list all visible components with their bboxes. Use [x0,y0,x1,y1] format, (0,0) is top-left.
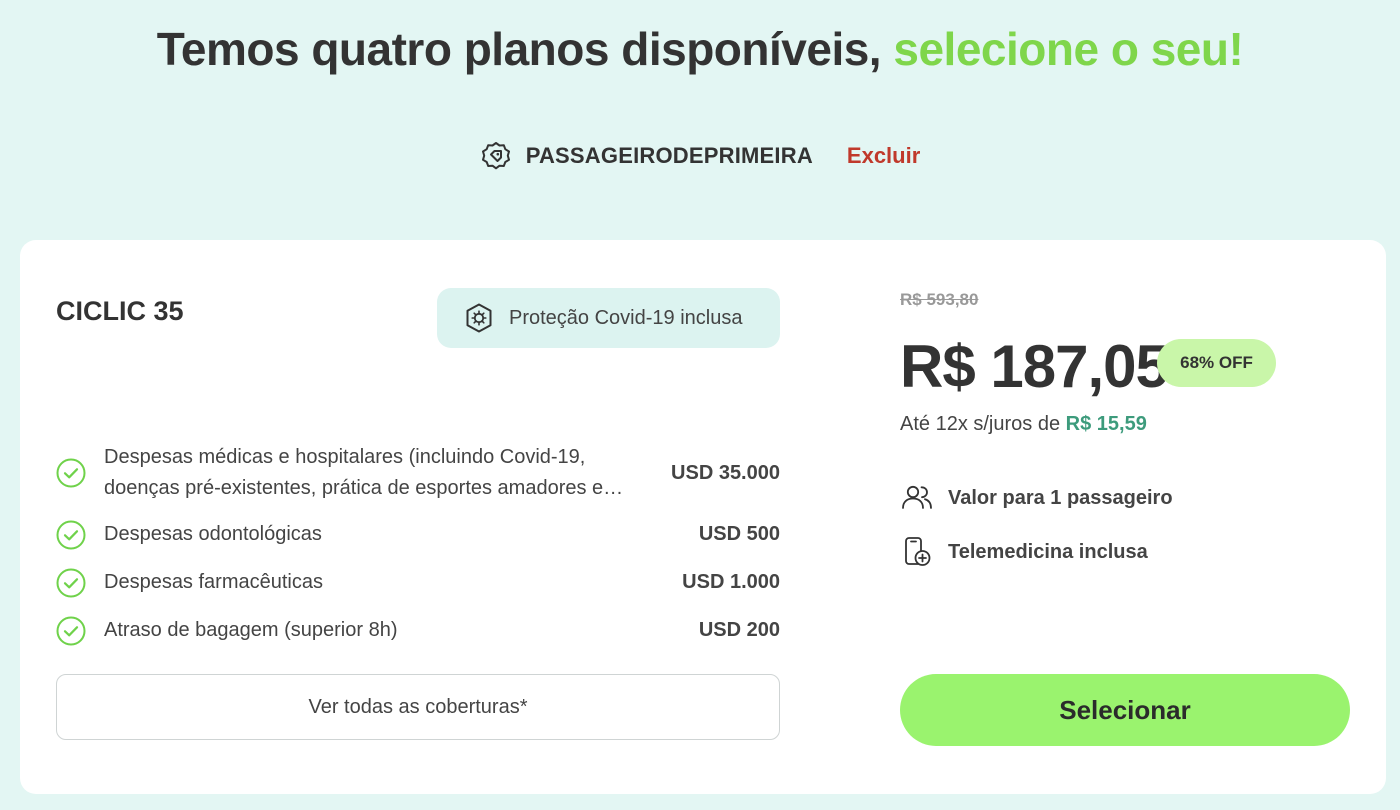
plan-name: CICLIC 35 [56,296,184,326]
coverage-description: Despesas médicas e hospitalares (incluin… [104,446,624,499]
check-circle-icon [56,458,86,488]
coverage-description: Despesas odontológicas [104,523,322,545]
coverage-item: Despesas farmacêuticas USD 1.000 [56,567,780,598]
tag-icon [481,142,510,170]
covid-badge-label: Proteção Covid-19 inclusa [509,306,743,329]
discount-badge: 68% OFF [1157,339,1276,387]
check-circle-icon [56,616,86,645]
coverage-amount: USD 1.000 [682,571,780,593]
coverage-item: Despesas odontológicas USD 500 [56,519,780,550]
select-plan-button[interactable]: Selecionar [900,674,1350,746]
title-prefix: Temos quatro planos disponíveis, [156,23,894,75]
coverage-item: Atraso de bagagem (superior 8h) USD 200 [56,615,780,646]
current-price: R$ 187,05 [900,333,1169,400]
users-icon [902,485,932,509]
coupon-code: PASSAGEIRODEPRIMEIRA [525,143,813,168]
feature-label: Telemedicina inclusa [948,540,1148,563]
title-accent: selecione o seu! [893,23,1244,75]
installments-value: R$ 15,59 [1065,413,1147,435]
coverage-amount: USD 200 [698,619,780,641]
check-circle-icon [56,520,86,549]
coverage-amount: USD 500 [698,523,780,545]
feature-telemedicine: Telemedicina inclusa [900,535,1148,569]
page-title: Temos quatro planos disponíveis, selecio… [0,22,1400,76]
coverage-amount: USD 35.000 [671,461,780,484]
feature-passengers: Valor para 1 passageiro [900,481,1173,515]
telemedicine-icon [905,537,931,566]
feature-label: Valor para 1 passageiro [948,486,1173,509]
shield-virus-icon [466,303,492,333]
original-price: R$ 593,80 [900,290,979,309]
coupon-row: PASSAGEIRODEPRIMEIRA Excluir [0,140,1400,172]
check-circle-icon [56,568,86,597]
plan-card: CICLIC 35 Proteção Covid-19 inclusa Desp… [20,240,1386,794]
installments-prefix: Até 12x s/juros de [900,413,1066,435]
remove-coupon-link[interactable]: Excluir [847,143,920,169]
installments-text: Até 12x s/juros de R$ 15,59 [900,413,1147,436]
coverage-description: Atraso de bagagem (superior 8h) [104,619,398,641]
coverage-description: Despesas farmacêuticas [104,571,323,593]
coverage-item: Despesas médicas e hospitalares (incluin… [56,442,780,504]
view-all-coverages-button[interactable]: Ver todas as coberturas* [56,674,780,740]
covid-badge: Proteção Covid-19 inclusa [437,288,780,348]
